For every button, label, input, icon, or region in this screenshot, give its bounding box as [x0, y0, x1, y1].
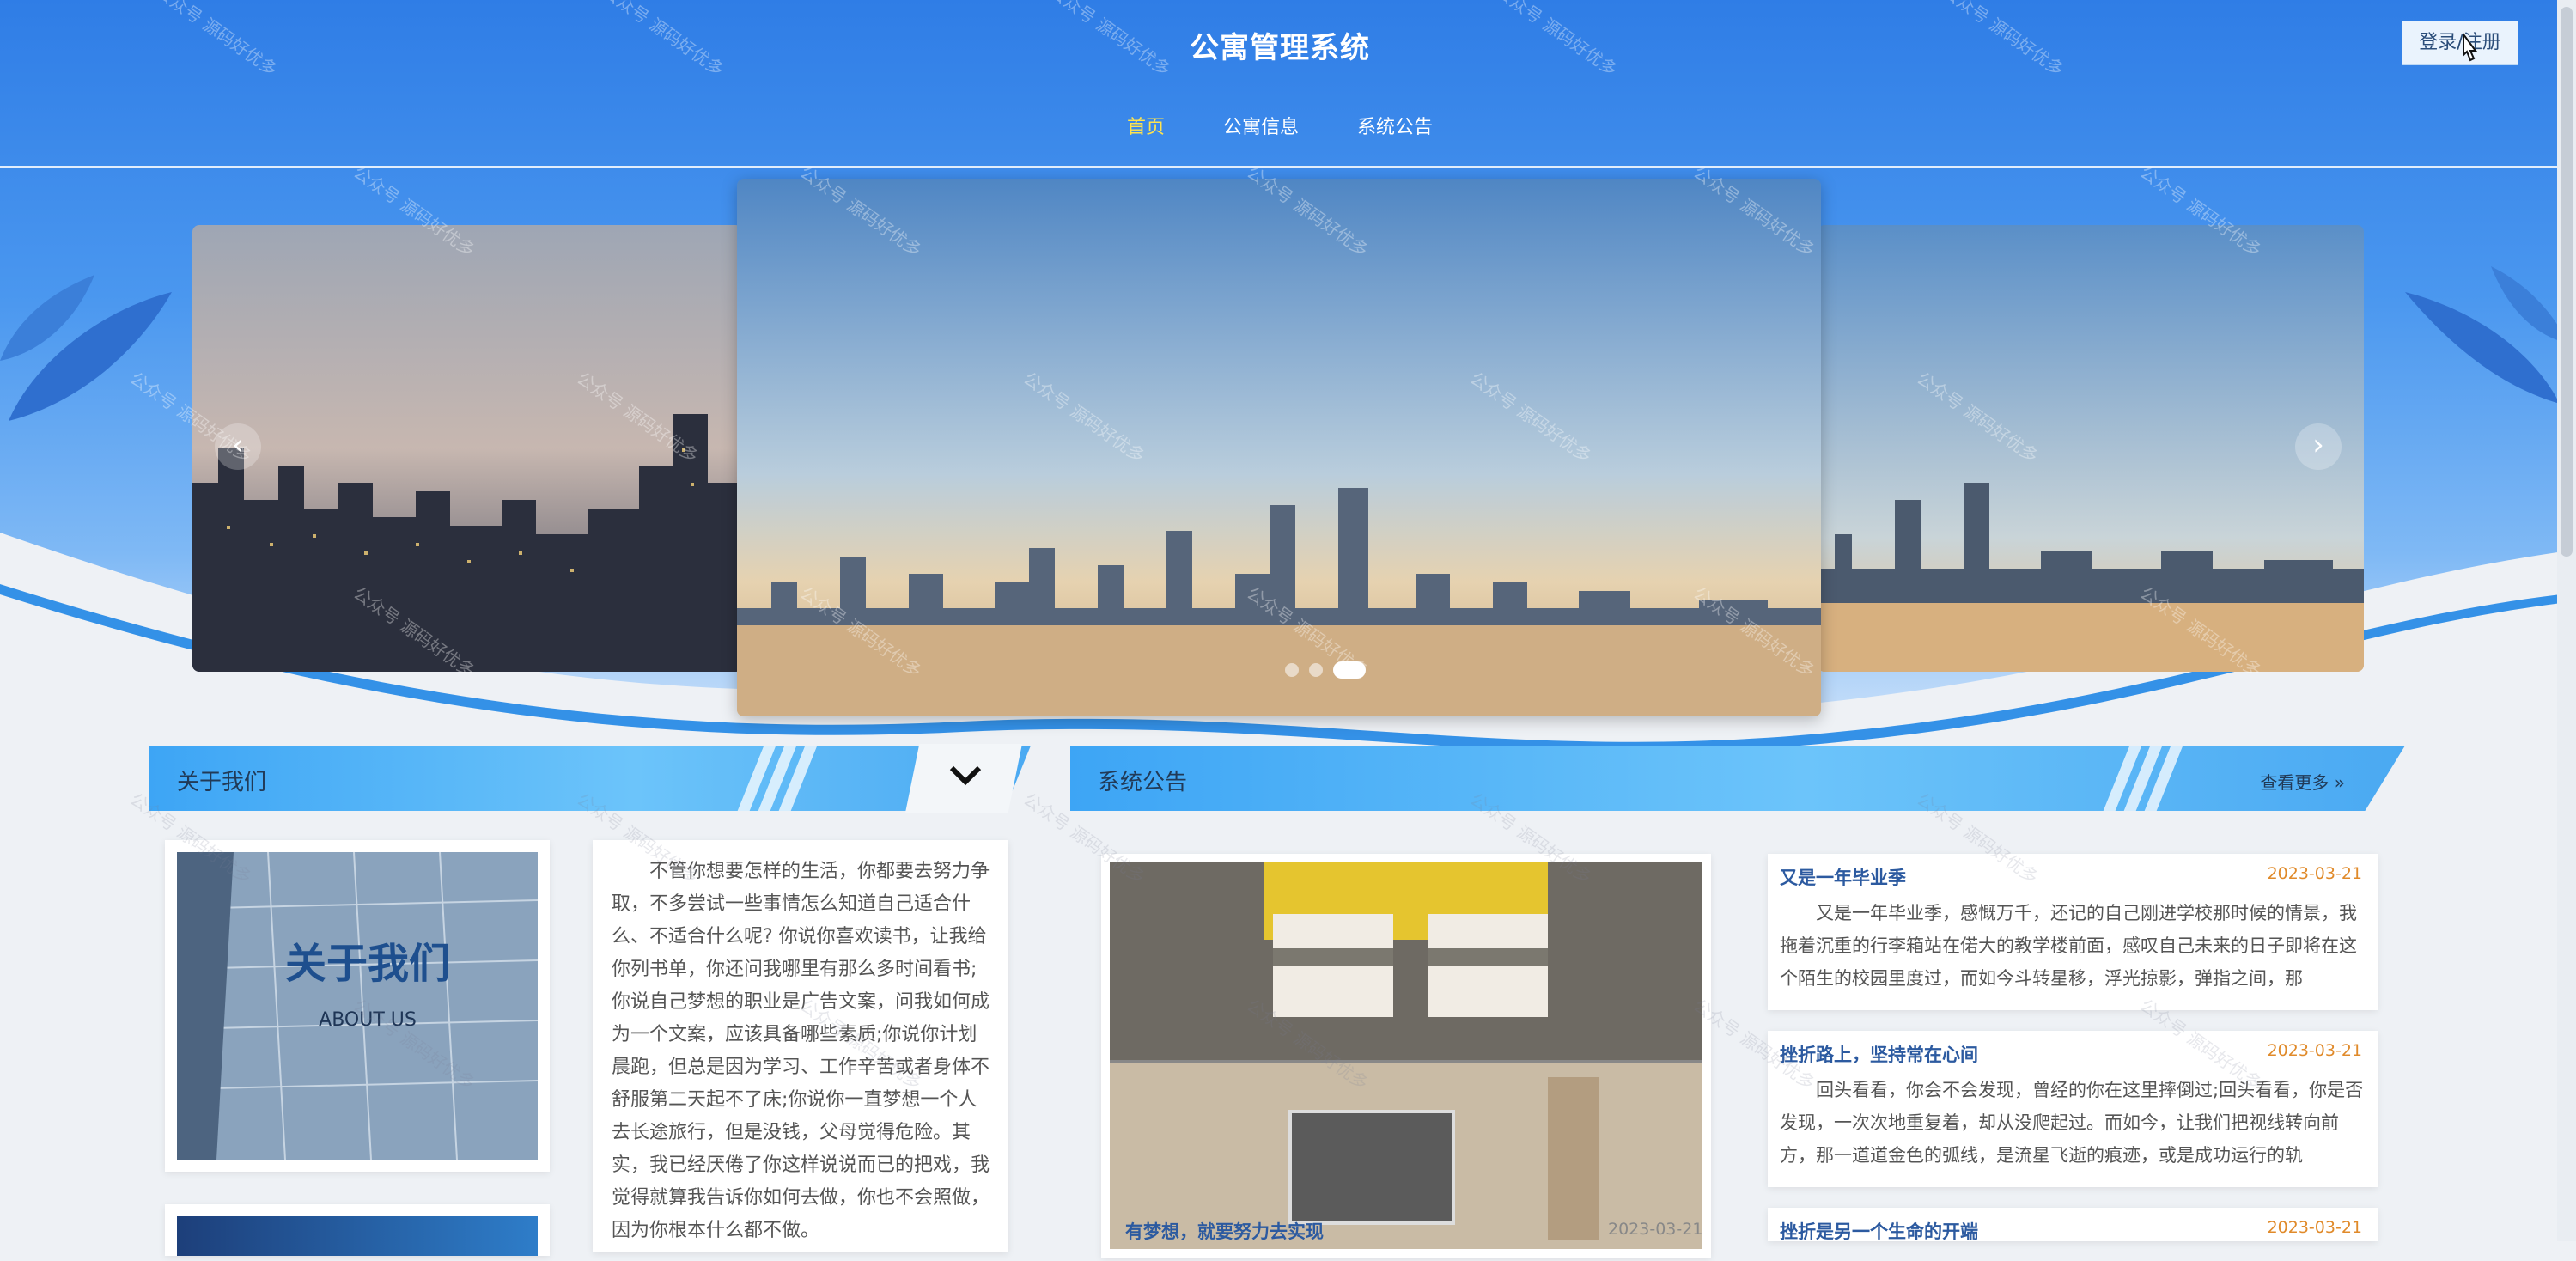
nav-item-apartments[interactable]: 公寓信息 [1223, 112, 1299, 139]
notice-item-body: 回头看看，你会不会发现，曾经的你在这里摔倒过;回头看看，你是否发现，一次次地重复… [1780, 1080, 2364, 1166]
notice-item-title[interactable]: 挫折路上，坚持常在心间 [1780, 1041, 1978, 1067]
main-nav: 首页 公寓信息 系统公告 [0, 112, 2560, 139]
featured-notice-date: 2023-03-21 [1608, 1220, 1703, 1239]
carousel-slide-next[interactable] [1818, 225, 2364, 672]
carousel-next-button[interactable]: › [2295, 423, 2342, 470]
featured-notice-title[interactable]: 有梦想，就要努力去实现 [1125, 1218, 1324, 1244]
notice-item-date: 2023-03-21 [2267, 864, 2362, 883]
carousel-dot-2[interactable] [1309, 663, 1323, 677]
mouse-pointer-icon [2463, 33, 2477, 62]
scrollbar-thumb[interactable] [2561, 7, 2573, 557]
nav-divider [0, 166, 2560, 168]
about-image-title: 关于我们 [285, 940, 450, 988]
leaf-right-icon [2405, 266, 2568, 404]
notice-item-date: 2023-03-21 [2267, 1218, 2362, 1237]
nav-item-home[interactable]: 首页 [1127, 112, 1165, 139]
nav-item-notices[interactable]: 系统公告 [1357, 112, 1433, 139]
site-title: 公寓管理系统 [1190, 31, 1370, 65]
about-section-title: 关于我们 [177, 770, 267, 795]
about-image-secondary [165, 1204, 550, 1256]
notice-item-title[interactable]: 又是一年毕业季 [1780, 864, 1906, 890]
notice-section-header: 系统公告 查看更多 » [1070, 746, 2405, 811]
notice-item-body: 又是一年毕业季，感慨万千，还记的自己刚进学校那时候的情景，我拖着沉重的行李箱站在… [1780, 903, 2357, 989]
view-more-link[interactable]: 查看更多 » [2260, 769, 2345, 794]
carousel-slide-prev[interactable] [192, 225, 742, 672]
notice-item-date: 2023-03-21 [2267, 1041, 2362, 1060]
about-toggle[interactable] [905, 744, 1022, 813]
hotel-room-image [1110, 862, 1702, 1249]
about-body-text: 不管你想要怎样的生活，你都要去努力争取，不多尝试一些事情怎么知道自己适合什么、不… [612, 861, 990, 1241]
carousel-slide-active[interactable] [737, 179, 1821, 716]
notice-item[interactable]: 挫折路上，坚持常在心间 2023-03-21 回头看看，你会不会发现，曾经的你在… [1768, 1031, 2378, 1187]
notice-item[interactable]: 挫折是另一个生命的开端 2023-03-21 [1768, 1208, 2378, 1241]
featured-notice-card[interactable] [1101, 854, 1711, 1258]
chevron-down-icon [948, 763, 983, 795]
notice-item-title[interactable]: 挫折是另一个生命的开端 [1780, 1218, 1978, 1241]
notice-section-title: 系统公告 [1098, 770, 1188, 795]
page-scrollbar[interactable] [2557, 0, 2576, 1241]
notice-item[interactable]: 又是一年毕业季 2023-03-21 又是一年毕业季，感慨万千，还记的自己刚进学… [1768, 854, 2378, 1010]
carousel-dot-1[interactable] [1285, 663, 1299, 677]
about-text-card: 不管你想要怎样的生活，你都要去努力争取，不多尝试一些事情怎么知道自己适合什么、不… [593, 840, 1008, 1252]
